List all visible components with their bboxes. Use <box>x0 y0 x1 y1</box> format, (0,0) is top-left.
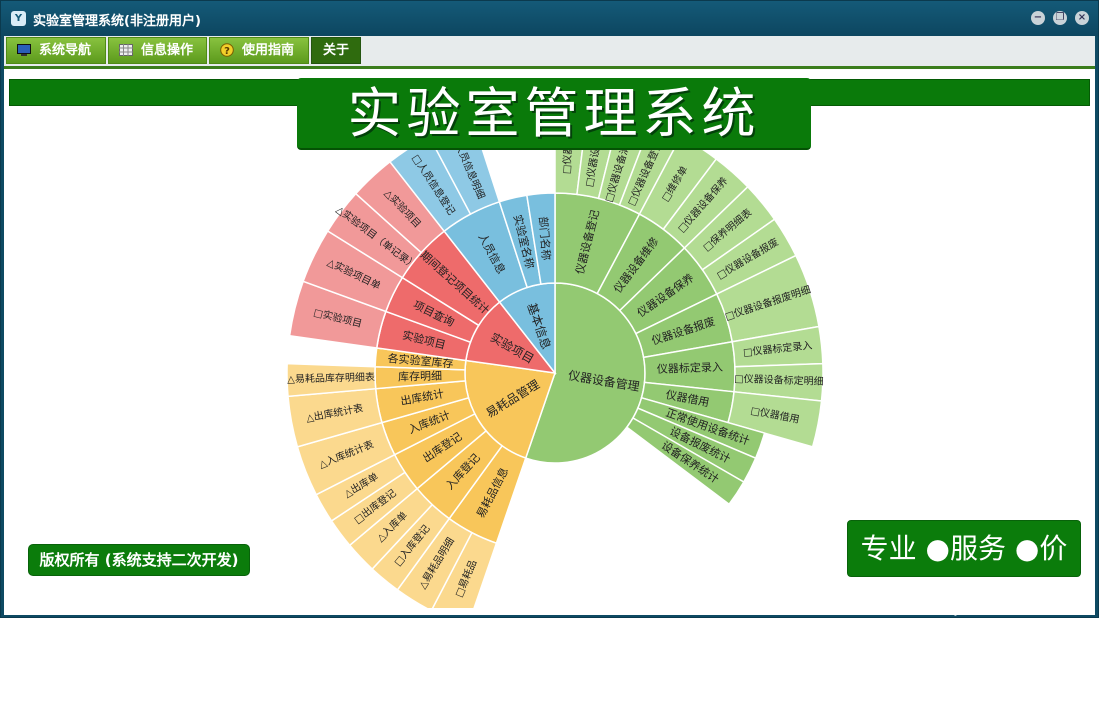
copyright-notice: 版权所有 (系统支持二次开发) <box>28 544 250 576</box>
menu-label: 使用指南 <box>242 43 295 58</box>
menu-about[interactable]: 关于 <box>311 37 361 64</box>
slogan-badge: 专业 ●服务 ●价值 <box>847 520 1081 620</box>
window-title: 实验室管理系统(非注册用户) <box>33 14 201 29</box>
app-logo-icon: Y <box>11 11 26 26</box>
menu-system-nav[interactable]: 系统导航 <box>6 37 106 64</box>
menu-bar: 系统导航 信息操作 ? 使用指南 关于 <box>4 36 1095 66</box>
close-icon[interactable]: × <box>1075 11 1089 25</box>
menu-label: 信息操作 <box>141 43 194 58</box>
menu-label: 关于 <box>322 43 349 58</box>
svg-text:?: ? <box>224 46 230 57</box>
menu-info-ops[interactable]: 信息操作 <box>108 37 207 64</box>
help-icon: ? <box>220 43 234 57</box>
title-bar[interactable]: Y 实验室管理系统(非注册用户) − ❐ × <box>1 1 1098 36</box>
system-title: 实验室管理系统 <box>347 82 761 145</box>
monitor-icon <box>17 44 31 56</box>
menu-label: 系统导航 <box>39 43 92 58</box>
menu-user-guide[interactable]: ? 使用指南 <box>209 37 309 64</box>
restore-icon[interactable]: ❐ <box>1053 11 1067 25</box>
grid-icon <box>119 44 133 56</box>
minimize-icon[interactable]: − <box>1031 11 1045 25</box>
system-title-banner: 实验室管理系统 <box>297 78 811 150</box>
